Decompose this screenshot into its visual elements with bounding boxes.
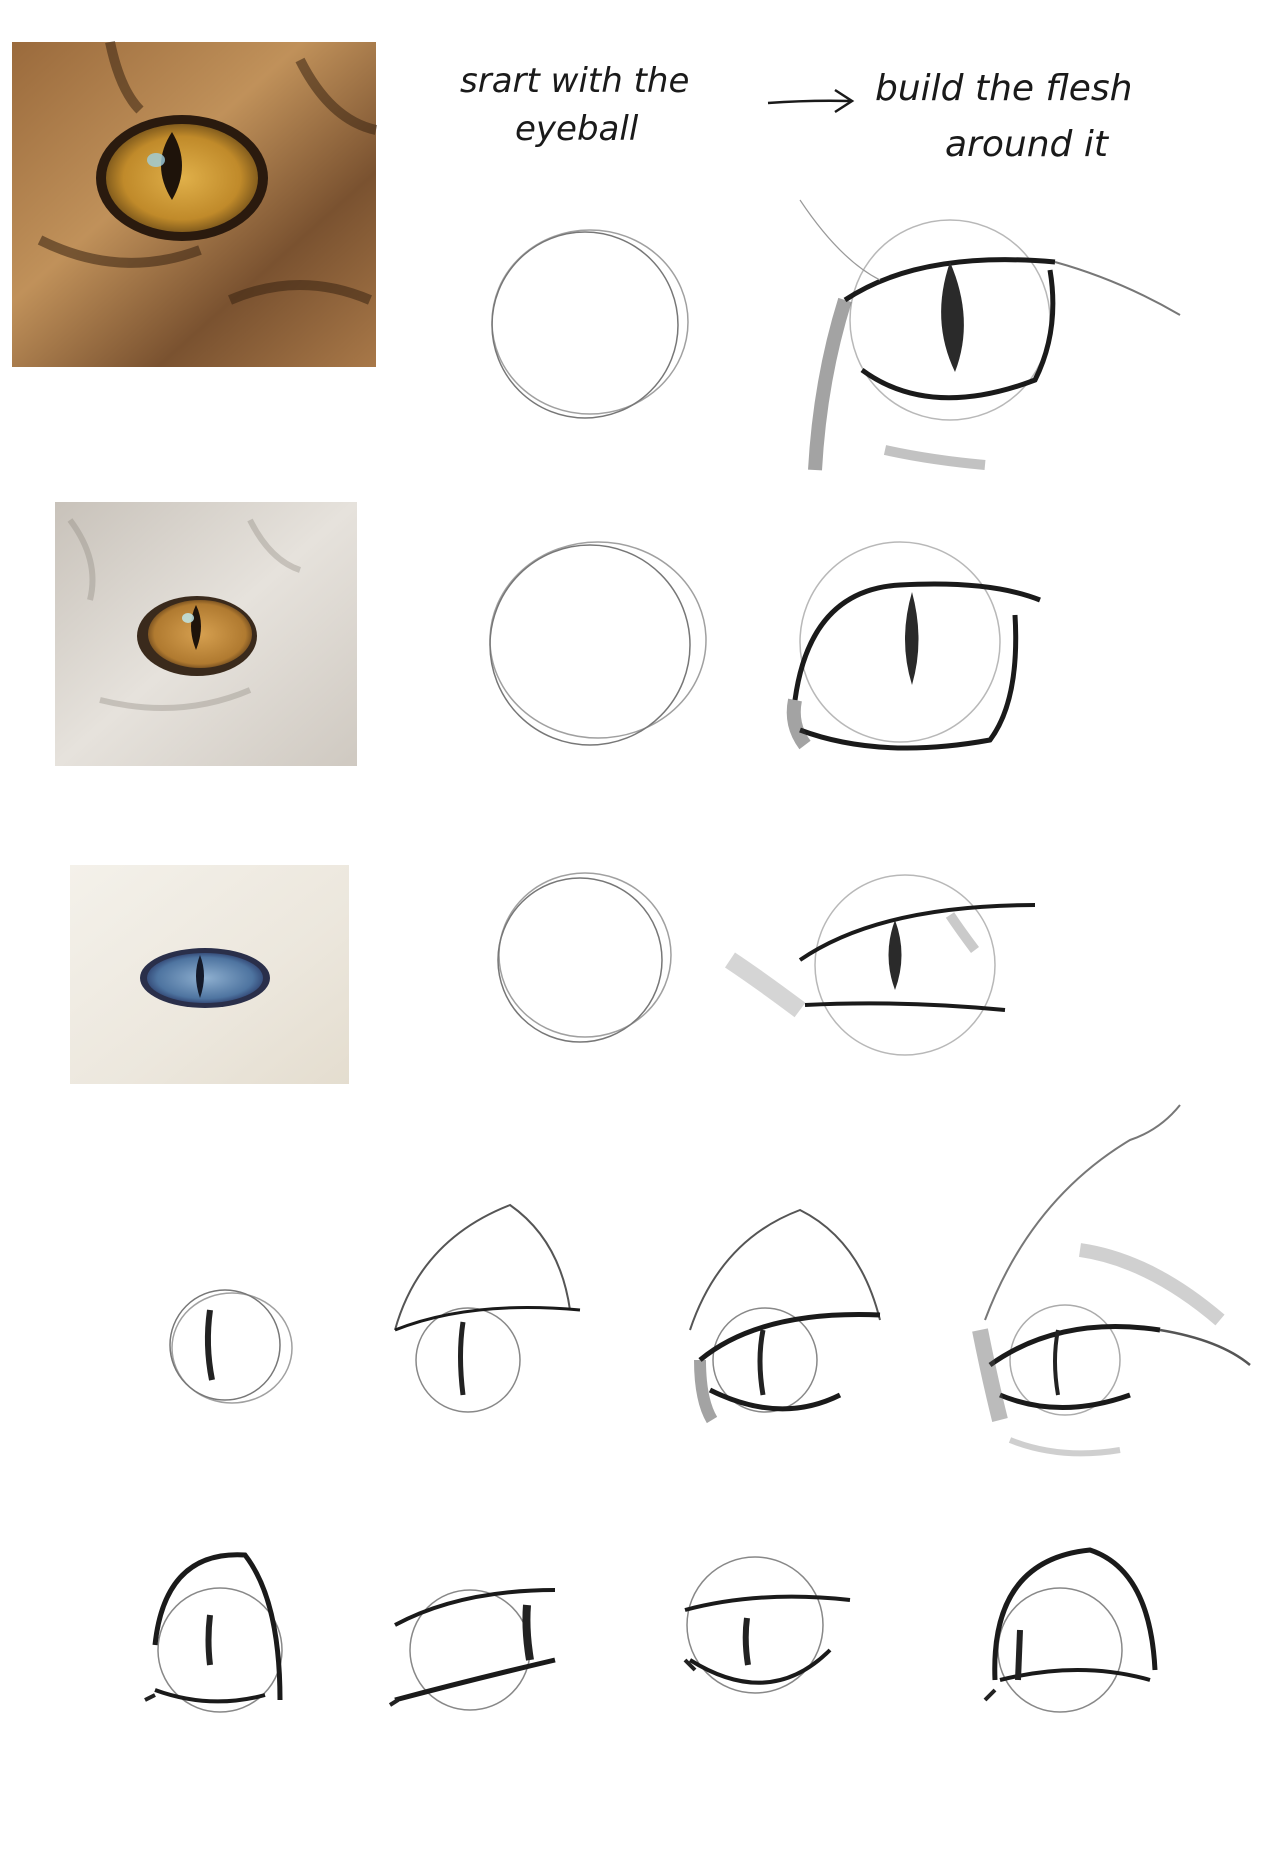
- sketch-step-eyeball: [169, 1289, 293, 1404]
- heading-left-line1: srart with the: [460, 61, 689, 101]
- arrow-right-icon: [767, 88, 855, 114]
- sketch-angle-1: [144, 1552, 283, 1713]
- heading-left-line2: eyeball: [515, 109, 639, 149]
- sketch-eyeball-circle-1: [491, 229, 689, 419]
- heading: srart with the eyeball build the flesh a…: [460, 61, 1132, 165]
- heading-right-line2: around it: [945, 124, 1110, 165]
- sketch-eye-with-flesh-3: [725, 874, 1036, 1056]
- sketch-step-brow: [394, 1203, 581, 1413]
- sketch-eye-with-flesh-1: [799, 199, 1181, 471]
- sketch-step-final: [972, 1104, 1251, 1457]
- tutorial-sheet: srart with the eyeball build the flesh a…: [12, 40, 1251, 1713]
- heading-right-line1: build the flesh: [875, 68, 1132, 109]
- photo-tabby-eye: [12, 40, 378, 367]
- sketch-angle-4: [983, 1547, 1158, 1713]
- sketch-eyeball-circle-3: [497, 872, 672, 1043]
- sketch-angle-3: [683, 1556, 851, 1694]
- photo-white-blue-eye: [70, 865, 349, 1084]
- sketch-eye-with-flesh-2: [786, 541, 1041, 751]
- sketch-step-lids: [689, 1208, 881, 1424]
- sketch-eyeball-circle-2: [489, 541, 707, 746]
- sketch-angle-2: [388, 1588, 556, 1711]
- photo-grey-eye: [55, 502, 357, 766]
